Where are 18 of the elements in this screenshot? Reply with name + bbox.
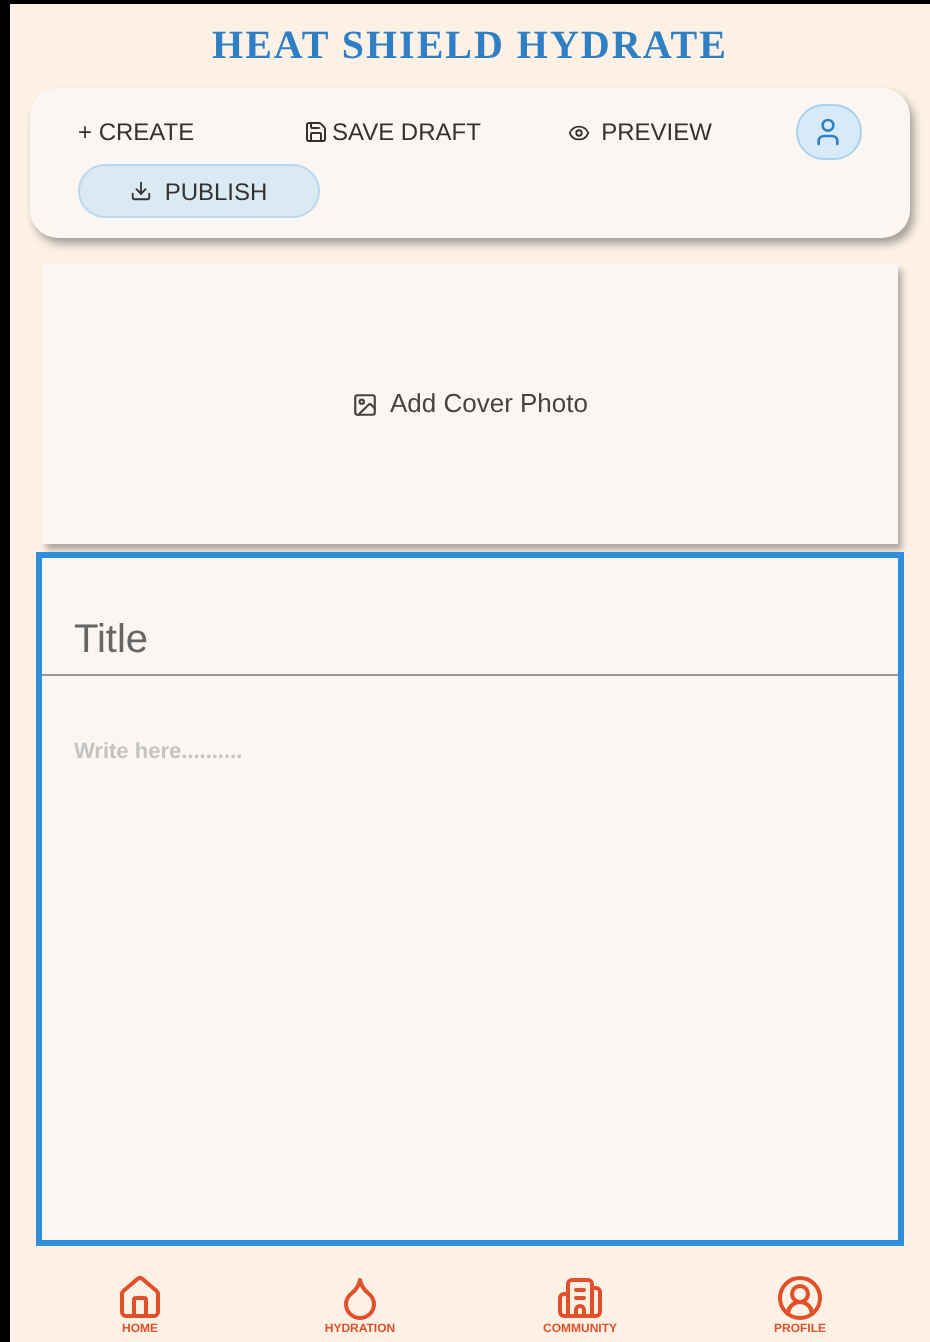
body-field[interactable]: Write here.......... xyxy=(42,736,898,1240)
user-icon xyxy=(812,116,845,148)
profile-icon xyxy=(776,1274,824,1322)
create-button[interactable]: + CREATE xyxy=(78,114,304,150)
app-title: HEAT SHIELD HYDRATE xyxy=(212,24,728,68)
save-draft-button[interactable]: SAVE DRAFT xyxy=(303,114,568,150)
cover-photo-area[interactable]: Add Cover Photo xyxy=(42,264,898,544)
home-icon xyxy=(116,1274,164,1322)
image-icon xyxy=(351,391,378,417)
download-icon xyxy=(130,180,153,202)
preview-button[interactable]: PREVIEW xyxy=(567,114,796,150)
editor-panel[interactable]: Title Write here.......... xyxy=(36,552,904,1246)
profile-avatar-button[interactable] xyxy=(795,104,862,160)
publish-button[interactable]: PUBLISH xyxy=(78,164,320,218)
title-field[interactable]: Title xyxy=(42,610,898,676)
save-icon xyxy=(303,120,328,144)
community-icon xyxy=(556,1274,604,1322)
eye-icon xyxy=(567,121,590,143)
